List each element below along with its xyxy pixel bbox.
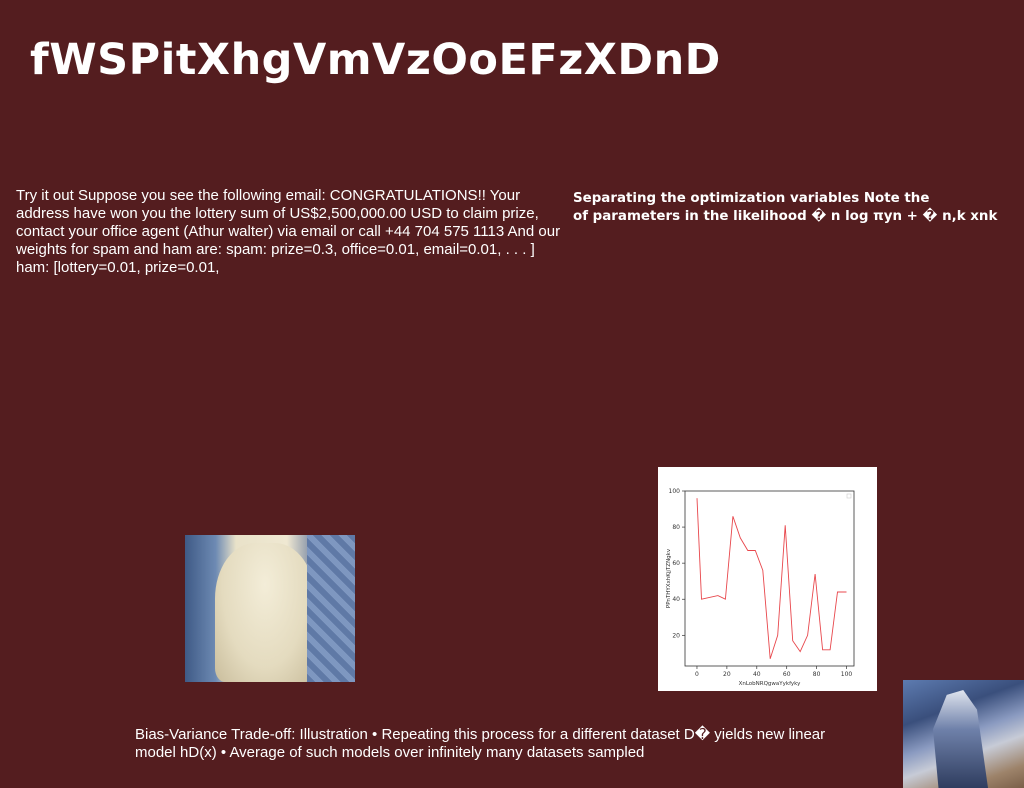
line-chart-svg: 0 20 40 60 80 100 20 40 60 80 100 XnLobNRQgwaYykfyk… bbox=[666, 488, 855, 687]
lace-dress-shape bbox=[215, 543, 315, 682]
y-tick-label: 100 bbox=[669, 488, 681, 495]
bias-variance-caption: Bias-Variance Trade-off: Illustration • … bbox=[135, 726, 826, 761]
dress-photo bbox=[185, 535, 355, 682]
y-tick-label: 80 bbox=[672, 524, 680, 531]
legend-box bbox=[846, 493, 852, 499]
optimization-note-line-2: of parameters in the likelihood � n log … bbox=[573, 209, 998, 224]
optimization-note-line-1: Separating the optimization variables No… bbox=[573, 191, 930, 206]
plot-frame bbox=[684, 490, 855, 667]
series-line bbox=[696, 498, 847, 659]
x-tick-label: 100 bbox=[841, 671, 853, 678]
x-tick-label: 60 bbox=[783, 671, 791, 678]
knit-fabric-shape bbox=[307, 535, 355, 682]
y-tick-label: 40 bbox=[672, 596, 680, 603]
y-tick-label: 20 bbox=[672, 632, 680, 639]
optimization-note: Separating the optimization variables No… bbox=[573, 190, 1023, 226]
x-tick-label: 20 bbox=[723, 671, 731, 678]
x-tick-label: 80 bbox=[813, 671, 821, 678]
y-axis-label: PPnTHYXxhKjjTZNgkv bbox=[666, 548, 672, 608]
x-tick-label: 40 bbox=[753, 671, 761, 678]
spam-example-text: Try it out Suppose you see the following… bbox=[16, 187, 561, 276]
page-title: fWSPitXhgVmVzOoEFzXDnD bbox=[30, 35, 721, 85]
line-chart: 0 20 40 60 80 100 20 40 60 80 100 XnLobNRQgwaYykfyk… bbox=[658, 467, 877, 691]
x-axis-label: XnLobNRQgwaYykfyky bbox=[739, 681, 802, 687]
x-tick-label: 0 bbox=[695, 671, 699, 678]
mountain-photo bbox=[903, 680, 1024, 788]
mountain-peak-shape bbox=[933, 690, 988, 788]
y-tick-label: 60 bbox=[672, 560, 680, 567]
